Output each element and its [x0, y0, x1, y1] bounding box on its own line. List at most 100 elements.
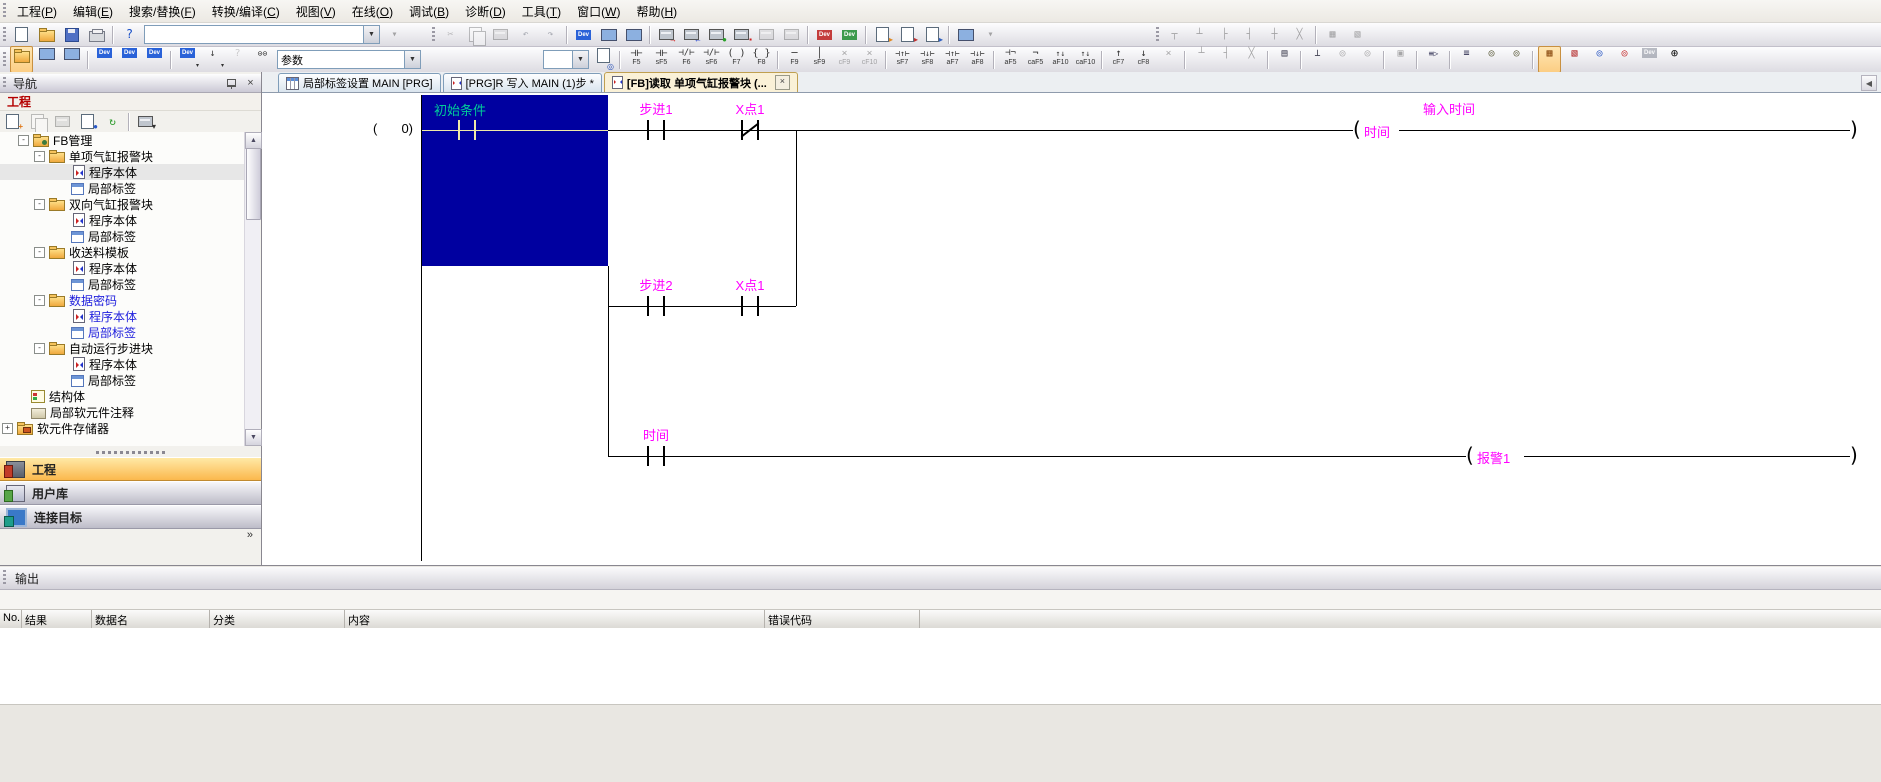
menu-item-D[interactable]: 诊断(D) [457, 1, 514, 22]
device-monitor-button[interactable]: Dev [572, 24, 595, 46]
read-mode-search-1-button[interactable]: ◎ [1331, 46, 1354, 73]
tree-item-局部软元件注释[interactable]: 局部软元件注释 [0, 404, 244, 420]
find-contact-coil-2-button[interactable]: ◎ [1505, 46, 1528, 73]
tree-item-数据密码[interactable]: - 数据密码 [0, 292, 244, 308]
menu-item-E[interactable]: 编辑(E) [65, 1, 121, 22]
menu-item-W[interactable]: 窗口(W) [569, 1, 628, 22]
collapse-icon[interactable]: - [34, 246, 45, 258]
tree-item-收送料模板[interactable]: - 收送料模板 [0, 244, 244, 260]
edit-vertical-button[interactable]: ┴ [1190, 46, 1213, 73]
chevron-down-icon[interactable]: ▼ [572, 51, 588, 68]
window-selector-combo[interactable]: ▼ [144, 25, 380, 44]
edit-line-button[interactable]: ┼ [1263, 24, 1286, 46]
nav-button-工程[interactable]: 工程 [0, 457, 261, 481]
tree-item-单项气缸报警块[interactable]: - 单项气缸报警块 [0, 148, 244, 164]
device-display-gray-button[interactable]: Dev [1638, 46, 1661, 73]
write-to-plc-button[interactable]: → [655, 24, 678, 46]
nav-button-用户库[interactable]: 用户库 [0, 481, 261, 505]
device-display-button[interactable]: Dev ▾ [176, 46, 199, 73]
tree-item-程序本体[interactable]: 程序本体 [0, 308, 244, 324]
collapse-icon[interactable]: - [34, 342, 45, 354]
menu-item-T[interactable]: 工具(T) [514, 1, 569, 22]
trace-line-button[interactable]: ╳ [1240, 46, 1263, 73]
open-branch-button[interactable]: ⊣⊢ sF5 [650, 46, 673, 73]
menu-item-C[interactable]: 转换/编译(C) [204, 1, 288, 22]
scroll-up-icon[interactable]: ▲ [245, 132, 262, 149]
toolbar1-grip[interactable] [3, 26, 6, 43]
close-icon[interactable]: × [242, 75, 259, 91]
falling-pulse-branch-button[interactable]: ⊣↓⊢ aF8 [966, 46, 989, 73]
nav-button-连接目标[interactable]: 连接目标 [0, 505, 261, 529]
read-mode-search-2-button[interactable]: ◎ [1356, 46, 1379, 73]
monitor-window-button[interactable] [954, 24, 977, 46]
target-selector-combo[interactable]: 参数 ▼ [277, 50, 421, 69]
down-conversion-button[interactable]: ↓ cF8 [1132, 46, 1155, 73]
read-from-plc-button[interactable]: ← [680, 24, 703, 46]
chevron-down-icon[interactable]: ▼ [363, 26, 379, 43]
bookmark-jump-1-button[interactable]: ▸ [871, 24, 894, 46]
chevron-icon[interactable]: » [247, 529, 261, 541]
option-setting-button[interactable]: ⊕ [1663, 46, 1686, 73]
find-contact-coil-1-button[interactable]: ◎ [1480, 46, 1503, 73]
remote-operation-button[interactable]: ▪ [730, 24, 753, 46]
tab-scroll-left-button[interactable]: ◀ [1861, 75, 1877, 91]
sort-project-button[interactable]: ▾ [134, 111, 157, 133]
tree-item-结构体[interactable]: 结构体 [0, 388, 244, 404]
vertical-line-button[interactable]: │ sF9 [808, 46, 831, 73]
output-table-body[interactable] [0, 628, 1881, 705]
open-project-button[interactable] [35, 24, 58, 46]
paste-button[interactable] [489, 24, 512, 46]
window-list-button[interactable]: ▾ [383, 24, 406, 46]
device-comment-3-button[interactable]: Dev [143, 46, 166, 73]
data-property-button[interactable]: ● [76, 111, 99, 133]
delete-symbol-button[interactable]: × [1157, 46, 1180, 73]
undo-button[interactable]: ↶ [514, 24, 537, 46]
coil-button[interactable]: ( ) F7 [725, 46, 748, 73]
rising-falling-2-button[interactable]: ↑↓ caF10 [1074, 46, 1097, 73]
navigation-grip[interactable] [3, 77, 6, 89]
toolbar1-grip[interactable] [1156, 26, 1159, 43]
output-grip[interactable] [3, 570, 6, 586]
scrollbar-thumb[interactable] [246, 148, 261, 220]
edit-horizontal-button[interactable]: ┤ [1215, 46, 1238, 73]
new-data-button[interactable]: + [1, 111, 24, 133]
parameter-view-button[interactable] [35, 46, 58, 73]
more-buttons-1-button[interactable]: ▾ [979, 24, 1002, 46]
refresh-view-button[interactable]: ↻ [101, 111, 124, 133]
statement-block-button[interactable]: ▣ [1389, 46, 1412, 73]
statement-list-button[interactable]: ≡ [1455, 46, 1478, 73]
copy-button[interactable] [464, 24, 487, 46]
menu-item-V[interactable]: 视图(V) [288, 1, 344, 22]
menu-item-B[interactable]: 调试(B) [401, 1, 457, 22]
tree-item-程序本体[interactable]: 程序本体 [0, 260, 244, 276]
collapse-icon[interactable]: - [34, 294, 45, 306]
device-skip-button[interactable]: ↓ ▾ [201, 46, 224, 73]
expand-icon[interactable]: + [2, 422, 13, 434]
comment-edit-mode-button[interactable]: ▧ [1563, 46, 1586, 73]
zoom-monitor-button[interactable]: ◎ [1588, 46, 1611, 73]
rising-pulse-branch-button[interactable]: ⊣↑⊢ aF7 [941, 46, 964, 73]
tree-item-局部标签[interactable]: 局部标签 [0, 324, 244, 340]
plc-diagnostics-button[interactable] [755, 24, 778, 46]
horizontal-line-button[interactable]: ─ F9 [783, 46, 806, 73]
insert-column-button[interactable]: ├ [1213, 24, 1236, 46]
pulse-conversion-button[interactable]: ¬ caF5 [1024, 46, 1047, 73]
device-comment-2-button[interactable]: Dev [118, 46, 141, 73]
tree-item-局部标签[interactable]: 局部标签 [0, 228, 244, 244]
tab-局部标签设置 MAIN [PRG][interactable]: 局部标签设置 MAIN [PRG] [278, 73, 441, 92]
tree-item-局部标签[interactable]: 局部标签 [0, 372, 244, 388]
tree-item-局部标签[interactable]: 局部标签 [0, 276, 244, 292]
menu-grip[interactable] [3, 3, 6, 19]
monitor-watch-button[interactable] [622, 24, 645, 46]
window-view-button[interactable] [60, 46, 83, 73]
help-button[interactable]: ? [118, 24, 141, 46]
tree-scrollbar[interactable]: ▲ ▼ [244, 132, 262, 446]
toolbar2-grip[interactable] [3, 51, 6, 68]
monitor-mode-button[interactable] [597, 24, 620, 46]
new-project-button[interactable] [10, 24, 33, 46]
grid-display-toggle-button[interactable]: ▦ [1538, 46, 1561, 73]
edit-comment-button[interactable]: ⊥ [1306, 46, 1329, 73]
help-context-button[interactable]: ? [226, 46, 249, 73]
up-conversion-button[interactable]: ↑ cF7 [1107, 46, 1130, 73]
delete-horizontal-line-button[interactable]: × cF9 [833, 46, 856, 73]
